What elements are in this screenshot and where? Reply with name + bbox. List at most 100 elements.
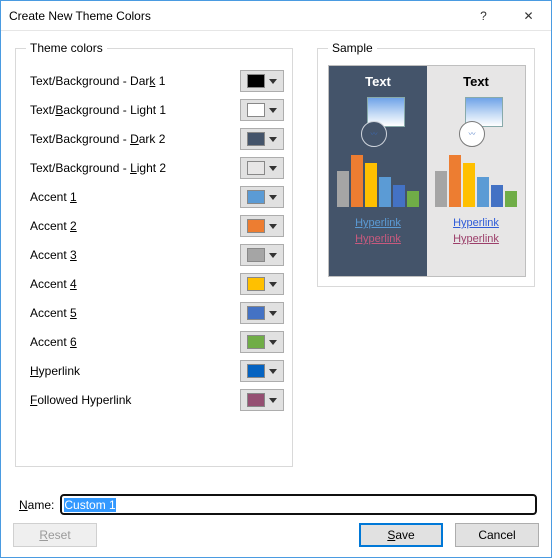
color-swatch — [247, 335, 265, 349]
chevron-down-icon — [269, 282, 277, 287]
color-picker-button[interactable] — [240, 70, 284, 92]
help-icon: ? — [480, 9, 487, 23]
color-picker-button[interactable] — [240, 302, 284, 324]
color-swatch — [247, 277, 265, 291]
sample-dark-hyperlink: Hyperlink — [355, 215, 401, 231]
color-row: Accent 3 — [26, 242, 284, 268]
sample-dark-links: Hyperlink Hyperlink — [355, 215, 401, 247]
color-row-label: Accent 3 — [26, 248, 240, 262]
color-row-label: Accent 1 — [26, 190, 240, 204]
color-row-label: Text/Background - Dark 1 — [26, 74, 240, 88]
name-row: Name: — [19, 494, 537, 515]
color-row: Text/Background - Dark 1 — [26, 68, 284, 94]
close-icon: ✕ — [523, 9, 533, 23]
color-row: Accent 5 — [26, 300, 284, 326]
sample-dark-panel: Text 〰 Hyperlink Hyperlink — [329, 66, 427, 276]
chart-bar — [435, 171, 447, 207]
save-button[interactable]: Save — [359, 523, 443, 547]
chart-bar — [365, 163, 377, 207]
color-swatch — [247, 190, 265, 204]
color-swatch — [247, 161, 265, 175]
chart-bar — [337, 171, 349, 207]
sample-dark-followed-hyperlink: Hyperlink — [355, 231, 401, 247]
color-row: Accent 4 — [26, 271, 284, 297]
chart-bar — [379, 177, 391, 207]
color-row: Accent 1 — [26, 184, 284, 210]
chevron-down-icon — [269, 108, 277, 113]
sample-dark-bars — [337, 155, 419, 207]
close-button[interactable]: ✕ — [506, 1, 551, 30]
color-row: Text/Background - Light 1 — [26, 97, 284, 123]
color-row-label: Text/Background - Light 1 — [26, 103, 240, 117]
color-row: Text/Background - Dark 2 — [26, 126, 284, 152]
color-row-label: Accent 4 — [26, 277, 240, 291]
color-swatch — [247, 364, 265, 378]
chevron-down-icon — [269, 79, 277, 84]
color-swatch — [247, 219, 265, 233]
chevron-down-icon — [269, 253, 277, 258]
chart-bar — [477, 177, 489, 207]
color-swatch — [247, 248, 265, 262]
chevron-down-icon — [269, 369, 277, 374]
color-picker-button[interactable] — [240, 186, 284, 208]
color-swatch — [247, 74, 265, 88]
chart-bar — [407, 191, 419, 207]
button-bar: Reset Save Cancel — [1, 523, 551, 557]
sample-light-links: Hyperlink Hyperlink — [453, 215, 499, 247]
sample-light-bars — [435, 155, 517, 207]
dialog-body: Theme colors Text/Background - Dark 1Tex… — [1, 31, 551, 523]
chart-bar — [449, 155, 461, 207]
theme-colors-list: Text/Background - Dark 1 Text/Background … — [26, 68, 284, 413]
help-button[interactable]: ? — [461, 1, 506, 30]
color-picker-button[interactable] — [240, 331, 284, 353]
color-swatch — [247, 393, 265, 407]
columns: Theme colors Text/Background - Dark 1Tex… — [15, 41, 537, 484]
color-row-label: Text/Background - Light 2 — [26, 161, 240, 175]
sample-legend: Sample — [328, 41, 377, 55]
color-swatch — [247, 132, 265, 146]
chevron-down-icon — [269, 166, 277, 171]
color-picker-button[interactable] — [240, 215, 284, 237]
color-picker-button[interactable] — [240, 99, 284, 121]
color-picker-button[interactable] — [240, 128, 284, 150]
chevron-down-icon — [269, 340, 277, 345]
color-swatch — [247, 306, 265, 320]
sample-light-followed-hyperlink: Hyperlink — [453, 231, 499, 247]
color-picker-button[interactable] — [240, 389, 284, 411]
color-row: Text/Background - Light 2 — [26, 155, 284, 181]
chevron-down-icon — [269, 398, 277, 403]
sample-group: Sample Text 〰 Hyperlink Hyperlink Text — [317, 41, 535, 287]
color-row: Followed Hyperlink — [26, 387, 284, 413]
chevron-down-icon — [269, 137, 277, 142]
sample-dark-shape-circle: 〰 — [361, 121, 387, 147]
dialog-title: Create New Theme Colors — [9, 9, 461, 23]
color-row: Hyperlink — [26, 358, 284, 384]
color-picker-button[interactable] — [240, 273, 284, 295]
color-row-label: Accent 2 — [26, 219, 240, 233]
color-row-label: Accent 6 — [26, 335, 240, 349]
dialog-window: Create New Theme Colors ? ✕ Theme colors… — [0, 0, 552, 558]
chart-bar — [491, 185, 503, 207]
color-row-label: Followed Hyperlink — [26, 393, 240, 407]
chart-bar — [393, 185, 405, 207]
sample-light-text-label: Text — [463, 74, 489, 89]
color-picker-button[interactable] — [240, 360, 284, 382]
chevron-down-icon — [269, 195, 277, 200]
name-label: Name: — [19, 498, 54, 512]
sample-preview: Text 〰 Hyperlink Hyperlink Text 〰 — [328, 65, 526, 277]
color-picker-button[interactable] — [240, 157, 284, 179]
color-row: Accent 2 — [26, 213, 284, 239]
chart-bar — [505, 191, 517, 207]
color-row: Accent 6 — [26, 329, 284, 355]
color-row-label: Accent 5 — [26, 306, 240, 320]
chevron-down-icon — [269, 224, 277, 229]
sample-light-hyperlink: Hyperlink — [453, 215, 499, 231]
cancel-button[interactable]: Cancel — [455, 523, 539, 547]
theme-colors-group: Theme colors Text/Background - Dark 1Tex… — [15, 41, 293, 467]
color-swatch — [247, 103, 265, 117]
sample-light-shape-circle: 〰 — [459, 121, 485, 147]
color-picker-button[interactable] — [240, 244, 284, 266]
chevron-down-icon — [269, 311, 277, 316]
name-input[interactable] — [60, 494, 537, 515]
chart-bar — [351, 155, 363, 207]
